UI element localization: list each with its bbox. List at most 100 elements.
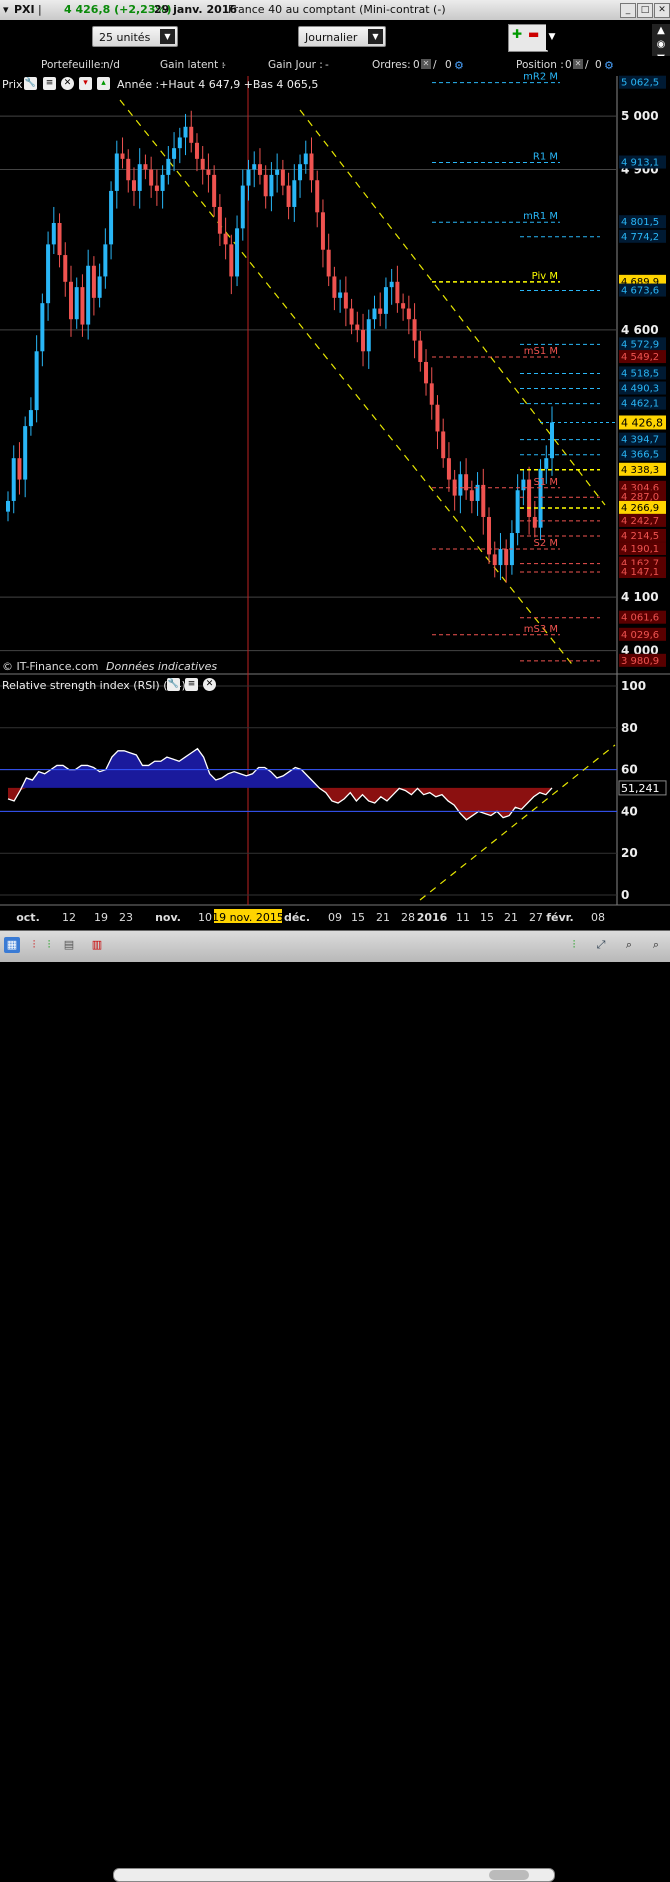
candle-body xyxy=(257,164,262,175)
candle-body xyxy=(172,148,177,159)
zoom-in-icon[interactable]: ⌕ xyxy=(621,937,637,953)
candle-body xyxy=(521,479,526,491)
credit-note: Données indicatives xyxy=(106,660,218,673)
settings-icon[interactable]: ≡ xyxy=(185,678,198,691)
candle-body xyxy=(481,484,486,517)
chart-canvas[interactable]: 4 0004 1004 6004 9005 000mR2 M5 062,5R1 … xyxy=(0,0,670,961)
candle-body xyxy=(492,554,497,566)
axis-price-tag-label: 4 366,5 xyxy=(621,450,659,461)
rsi-panel-label: Relative strength index (RSI) (14) xyxy=(2,679,186,692)
candle-body xyxy=(303,153,308,165)
candle-body xyxy=(223,233,228,245)
year-high-low: Année :+Haut 4 647,9 +Bas 4 065,5 xyxy=(117,78,319,91)
candle-body xyxy=(97,276,102,298)
candle-body xyxy=(424,361,429,384)
candle-body xyxy=(418,340,423,362)
candle-body xyxy=(372,308,377,320)
candle-body xyxy=(441,431,446,459)
candle-body xyxy=(515,490,520,534)
candle-body xyxy=(240,185,245,229)
axis-price-tag-label: 4 913,1 xyxy=(621,158,659,169)
time-tick-label: 11 xyxy=(456,911,470,924)
candle-body xyxy=(143,164,148,170)
candle-body xyxy=(137,164,142,191)
candle-body xyxy=(109,190,114,245)
candle-body xyxy=(74,287,79,320)
candle-body xyxy=(298,164,303,181)
candle-body xyxy=(160,174,165,191)
rsi-tick-label: 20 xyxy=(621,846,638,860)
time-tick-label: 27 xyxy=(529,911,543,924)
candle-body xyxy=(389,281,394,288)
candle-body xyxy=(57,222,62,256)
axis-price-tag-label: 4 394,7 xyxy=(621,435,659,446)
indicators-icon[interactable]: ⫶ xyxy=(26,937,42,953)
candle-body xyxy=(269,174,274,197)
price-plot-area xyxy=(0,76,617,672)
axis-price-tag-label: 4 061,6 xyxy=(621,613,659,624)
candle-body xyxy=(206,169,211,175)
candle-body xyxy=(68,281,73,320)
candle-body xyxy=(235,228,240,277)
pivot-level-label: S1 M xyxy=(533,477,558,488)
axis-price-tag-label: 4 572,9 xyxy=(621,339,659,350)
axis-price-tag-label: 4 338,3 xyxy=(621,465,659,476)
axis-price-tag-label: 4 518,5 xyxy=(621,368,659,379)
candle-body xyxy=(366,319,371,352)
rsi-tick-label: 60 xyxy=(621,763,638,777)
candle-body xyxy=(154,185,159,191)
candle-body xyxy=(17,458,22,480)
time-tick-label: nov. xyxy=(155,911,181,924)
time-tick-label: 21 xyxy=(376,911,390,924)
candle-body xyxy=(229,244,234,277)
pivot-level-label: S2 M xyxy=(533,538,558,549)
scrollbar-thumb[interactable] xyxy=(489,1870,529,1880)
rsi-tick-label: 80 xyxy=(621,721,638,735)
remove-icon[interactable]: ▾ xyxy=(79,77,92,90)
layout-icon[interactable]: ▤ xyxy=(61,937,77,953)
candle-body xyxy=(194,142,199,159)
candle-body xyxy=(504,549,509,566)
close-icon[interactable]: ✕ xyxy=(203,678,216,691)
candle-body xyxy=(86,265,91,325)
close-icon[interactable]: ✕ xyxy=(61,77,74,90)
time-scrollbar[interactable] xyxy=(113,1868,555,1882)
axis-price-tag-label: 4 462,1 xyxy=(621,399,659,410)
candle-body xyxy=(446,458,451,480)
candle-body xyxy=(435,404,440,432)
rsi-tick-label: 0 xyxy=(621,888,629,902)
candle-body xyxy=(286,185,291,207)
rsi-tick-label: 40 xyxy=(621,804,638,818)
axis-price-tag-label: 3 980,9 xyxy=(621,656,659,667)
settings-icon[interactable]: ≡ xyxy=(43,77,56,90)
chart-type-icon[interactable]: ▦ xyxy=(4,937,20,953)
candle-body xyxy=(527,479,532,517)
axis-price-tag-label: 4 490,3 xyxy=(621,384,659,395)
time-tick-label: 19 xyxy=(94,911,108,924)
time-tick-label: 10 xyxy=(198,911,212,924)
compress-icon[interactable]: ⫶ xyxy=(566,937,582,953)
wrench-icon[interactable]: 🔧 xyxy=(167,678,180,691)
add-icon[interactable]: ▴ xyxy=(97,77,110,90)
candle-body xyxy=(361,329,366,352)
zoom-out-icon[interactable]: ⌕ xyxy=(648,937,664,953)
credit-source: © IT-Finance.com xyxy=(2,660,99,673)
candle-body xyxy=(292,180,297,207)
alerts-icon[interactable]: ▥ xyxy=(89,937,105,953)
draw-icon[interactable]: ⫶ xyxy=(41,937,57,953)
rsi-panel-header: Relative strength index (RSI) (14) 🔧 ≡ ✕ xyxy=(0,677,230,694)
candle-body xyxy=(458,474,463,496)
time-tick-label: 15 xyxy=(351,911,365,924)
fit-icon[interactable]: ⤢ xyxy=(593,937,609,953)
candle-body xyxy=(46,244,51,304)
candle-body xyxy=(378,308,383,314)
candle-body xyxy=(280,169,285,186)
axis-price-tag-label: 4 190,1 xyxy=(621,544,659,555)
candle-body xyxy=(120,153,125,159)
candle-body xyxy=(343,292,348,309)
axis-price-tag-label: 5 062,5 xyxy=(621,78,659,89)
candle-body xyxy=(275,169,280,175)
axis-price-tag-label: 4 029,6 xyxy=(621,630,659,641)
wrench-icon[interactable]: 🔧 xyxy=(24,77,37,90)
axis-price-tag-label: 4 147,1 xyxy=(621,567,659,578)
